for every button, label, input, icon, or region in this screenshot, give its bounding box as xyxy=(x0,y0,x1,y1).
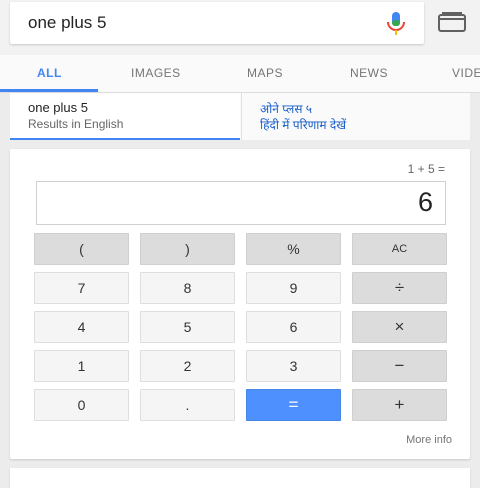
active-tab-indicator xyxy=(0,89,98,92)
language-hindi-title: ओने प्लस ५ xyxy=(260,102,313,116)
key-4[interactable]: 4 xyxy=(34,311,129,343)
top-bar: one plus 5 xyxy=(0,0,480,55)
tab-images[interactable]: IMAGES xyxy=(131,66,181,80)
tab-news[interactable]: NEWS xyxy=(350,66,388,80)
key-3[interactable]: 3 xyxy=(246,350,341,382)
calculator-card: 1 + 5 = 6 ( ) % AC 7 8 9 ÷ 4 5 6 × 1 2 3… xyxy=(10,149,470,459)
tab-maps[interactable]: MAPS xyxy=(247,66,283,80)
key-add[interactable]: + xyxy=(352,389,447,421)
language-hindi-subtitle: हिंदी में परिणाम देखें xyxy=(260,118,347,132)
key-equals[interactable]: = xyxy=(246,389,341,421)
language-option-hindi[interactable]: ओने प्लस ५ हिंदी में परिणाम देखें xyxy=(241,93,471,140)
search-tabs: ALL IMAGES MAPS NEWS VIDE xyxy=(0,55,480,93)
next-result-card xyxy=(10,468,470,488)
key-decimal[interactable]: . xyxy=(140,389,235,421)
key-multiply[interactable]: × xyxy=(352,311,447,343)
calculator-result: 6 xyxy=(417,187,433,217)
key-9[interactable]: 9 xyxy=(246,272,341,304)
search-input[interactable]: one plus 5 xyxy=(28,13,106,33)
key-6[interactable]: 6 xyxy=(246,311,341,343)
key-close-paren[interactable]: ) xyxy=(140,233,235,265)
key-all-clear[interactable]: AC xyxy=(352,233,447,265)
key-subtract[interactable]: − xyxy=(352,350,447,382)
calculator-display: 6 xyxy=(36,181,446,225)
language-english-title: one plus 5 xyxy=(28,100,88,115)
search-box[interactable]: one plus 5 xyxy=(10,2,424,44)
calculator-expression: 1 + 5 = xyxy=(407,162,445,176)
key-7[interactable]: 7 xyxy=(34,272,129,304)
key-0[interactable]: 0 xyxy=(34,389,129,421)
key-divide[interactable]: ÷ xyxy=(352,272,447,304)
key-8[interactable]: 8 xyxy=(140,272,235,304)
tab-videos[interactable]: VIDE xyxy=(452,66,480,80)
key-open-paren[interactable]: ( xyxy=(34,233,129,265)
key-1[interactable]: 1 xyxy=(34,350,129,382)
mic-icon[interactable] xyxy=(384,10,408,36)
language-switcher: one plus 5 Results in English ओने प्लस ५… xyxy=(10,93,470,140)
key-2[interactable]: 2 xyxy=(140,350,235,382)
language-english-subtitle: Results in English xyxy=(28,117,124,131)
more-info-link[interactable]: More info xyxy=(406,434,452,446)
key-percent[interactable]: % xyxy=(246,233,341,265)
key-5[interactable]: 5 xyxy=(140,311,235,343)
tabs-icon[interactable] xyxy=(437,11,467,33)
tab-all[interactable]: ALL xyxy=(37,66,62,80)
language-option-english[interactable]: one plus 5 Results in English xyxy=(10,93,240,140)
